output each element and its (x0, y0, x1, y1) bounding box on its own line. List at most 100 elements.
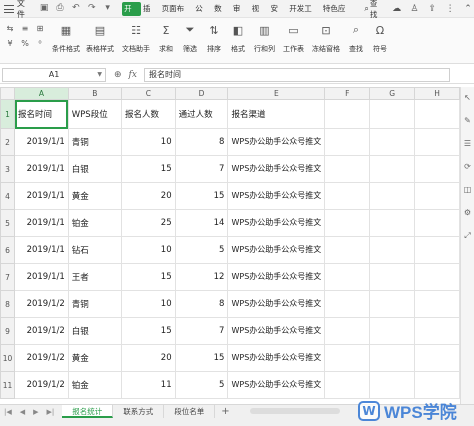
empty-cell[interactable] (414, 371, 460, 399)
row-header[interactable]: 9 (0, 317, 16, 345)
undo-icon[interactable]: ↶ (70, 3, 81, 14)
row-header[interactable]: 4 (0, 182, 16, 210)
empty-cell[interactable] (369, 182, 416, 210)
empty-cell[interactable] (324, 128, 371, 156)
tab-review[interactable]: 审阅 (231, 2, 250, 27)
tab-data[interactable]: 数据 (212, 2, 231, 27)
quick-access-dropdown-icon[interactable]: ▾ (102, 3, 113, 14)
tab-insert[interactable]: 插入 (141, 2, 160, 27)
channel-cell[interactable]: WPS办公助手公众号推文 (227, 182, 326, 210)
level-cell[interactable]: 黄金 (67, 182, 123, 210)
empty-cell[interactable] (324, 317, 371, 345)
empty-cell[interactable] (324, 290, 371, 318)
table-style-button[interactable]: ▤ 表格样式 (86, 18, 114, 64)
empty-cell[interactable] (414, 344, 460, 372)
level-cell[interactable]: 青铜 (67, 290, 123, 318)
empty-cell[interactable] (369, 209, 416, 237)
row-header[interactable]: 7 (0, 263, 16, 291)
tab-developer[interactable]: 开发工具 (287, 2, 321, 27)
empty-cell[interactable] (369, 128, 416, 156)
passed-cell[interactable]: 8 (174, 290, 229, 318)
add-sheet-button[interactable]: + (221, 405, 229, 418)
row-header[interactable]: 3 (0, 155, 16, 183)
header-cell-signup-count[interactable]: 报名人数 (121, 99, 176, 129)
chevron-down-icon[interactable]: ▼ (97, 69, 102, 81)
empty-cell[interactable] (369, 317, 416, 345)
empty-cell[interactable] (324, 209, 371, 237)
align-center-icon[interactable]: ≡ (19, 23, 31, 35)
date-cell[interactable]: 2019/1/2 (14, 317, 69, 345)
doc-assistant-button[interactable]: ☷ 文档助手 (122, 18, 150, 64)
signup-cell[interactable]: 20 (121, 182, 176, 210)
select-tool-icon[interactable]: ↖ (464, 93, 471, 102)
share-icon[interactable]: ⇪ (426, 3, 438, 15)
channel-cell[interactable]: WPS办公助手公众号推文 (227, 236, 326, 264)
channel-cell[interactable]: WPS办公助手公众号推文 (227, 371, 326, 399)
formula-input[interactable]: 报名时间 (143, 67, 450, 82)
settings-icon[interactable]: ⚙ (464, 208, 471, 217)
passed-cell[interactable]: 15 (174, 344, 229, 372)
level-cell[interactable]: 黄金 (67, 344, 123, 372)
empty-cell[interactable] (369, 290, 416, 318)
last-sheet-icon[interactable]: ▶| (47, 408, 55, 416)
tab-formulas[interactable]: 公式 (193, 2, 212, 27)
empty-cell[interactable] (414, 155, 460, 183)
rows-cols-button[interactable]: ▥ 行和列 (254, 18, 275, 64)
format-button[interactable]: ◧ 格式 (230, 18, 246, 64)
column-header-g[interactable]: G (369, 87, 416, 100)
empty-cell[interactable] (414, 128, 460, 156)
date-cell[interactable]: 2019/1/1 (14, 128, 69, 156)
header-cell-signup-time[interactable]: 报名时间 (14, 99, 69, 129)
date-cell[interactable]: 2019/1/1 (14, 236, 69, 264)
empty-cell[interactable] (324, 344, 371, 372)
select-all-corner[interactable] (0, 87, 16, 100)
sum-button[interactable]: Σ 求和 (158, 18, 174, 64)
date-cell[interactable]: 2019/1/2 (14, 371, 69, 399)
conditional-format-button[interactable]: ▦ 条件格式 (52, 18, 80, 64)
prev-sheet-icon[interactable]: ◀ (20, 408, 25, 416)
style-icon[interactable]: ✎ (464, 116, 471, 125)
save-icon[interactable]: ▣ (39, 3, 50, 14)
level-cell[interactable]: 铂金 (67, 209, 123, 237)
empty-cell[interactable] (369, 263, 416, 291)
empty-cell[interactable] (414, 317, 460, 345)
sheet-tab-signup-stats[interactable]: 报名统计 (62, 405, 114, 418)
signup-cell[interactable]: 10 (121, 128, 176, 156)
empty-cell[interactable] (369, 236, 416, 264)
empty-cell[interactable] (324, 371, 371, 399)
empty-cell[interactable] (324, 182, 371, 210)
channel-cell[interactable]: WPS办公助手公众号推文 (227, 128, 326, 156)
level-cell[interactable]: 白银 (67, 155, 123, 183)
level-cell[interactable]: 青铜 (67, 128, 123, 156)
channel-cell[interactable]: WPS办公助手公众号推文 (227, 263, 326, 291)
channel-cell[interactable]: WPS办公助手公众号推文 (227, 344, 326, 372)
signup-cell[interactable]: 15 (121, 155, 176, 183)
column-header-b[interactable]: B (67, 87, 123, 100)
tab-view[interactable]: 视图 (250, 2, 269, 27)
shapes-icon[interactable]: ◫ (464, 185, 472, 194)
signup-cell[interactable]: 15 (121, 317, 176, 345)
row-header[interactable]: 11 (0, 371, 16, 399)
channel-cell[interactable]: WPS办公助手公众号推文 (227, 209, 326, 237)
passed-cell[interactable]: 15 (174, 182, 229, 210)
date-cell[interactable]: 2019/1/2 (14, 344, 69, 372)
passed-cell[interactable]: 7 (174, 155, 229, 183)
merge-icon[interactable]: ⊞ (34, 23, 46, 35)
search-button[interactable]: ⌕ 查找 (364, 0, 384, 20)
channel-cell[interactable]: WPS办公助手公众号推文 (227, 290, 326, 318)
first-sheet-icon[interactable]: |◀ (4, 408, 12, 416)
column-header-c[interactable]: C (121, 87, 176, 100)
level-cell[interactable]: 钻石 (67, 236, 123, 264)
signup-cell[interactable]: 15 (121, 263, 176, 291)
redo-icon[interactable]: ↷ (86, 3, 97, 14)
column-header-d[interactable]: D (174, 87, 229, 100)
signup-cell[interactable]: 10 (121, 290, 176, 318)
cloud-sync-icon[interactable]: ☁ (391, 3, 403, 15)
header-cell-level[interactable]: WPS段位 (67, 99, 123, 129)
header-cell-passed-count[interactable]: 通过人数 (174, 99, 229, 129)
decimal-icon[interactable]: ⁰ (34, 38, 46, 50)
row-header[interactable]: 10 (0, 344, 16, 372)
channel-cell[interactable]: WPS办公助手公众号推文 (227, 317, 326, 345)
sheet-tab-contacts[interactable]: 联系方式 (113, 405, 165, 418)
filter-button[interactable]: ⏷ 筛选 (182, 18, 198, 64)
